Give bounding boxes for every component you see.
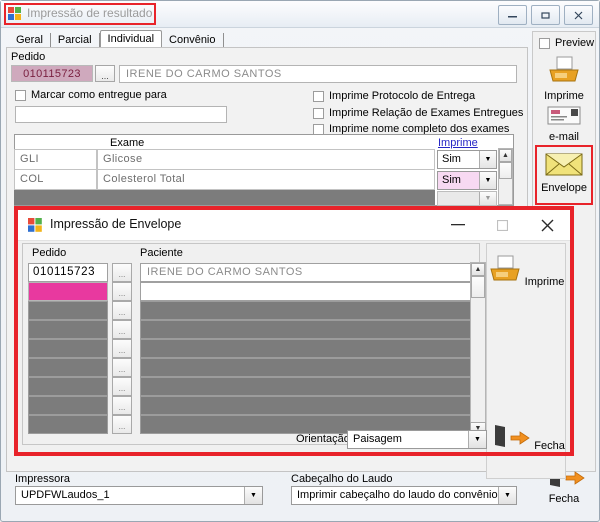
imprime-select-row1[interactable]: Sim ▼: [437, 171, 497, 190]
table-row-name: Glicose: [97, 149, 435, 170]
chevron-down-icon[interactable]: ▼: [479, 172, 496, 189]
tab-geral[interactable]: Geral: [9, 33, 51, 48]
checkbox-box-icon[interactable]: [313, 90, 324, 102]
impressora-value: UPDFWLaudos_1: [21, 489, 110, 501]
checkbox-label: Imprime Relação de Exames Entregues: [329, 107, 524, 119]
checkbox-label: Imprime Protocolo de Entrega: [329, 90, 476, 102]
email-icon: [546, 105, 582, 130]
table-row-code: GLI: [14, 149, 97, 170]
checkbox-marcar-entregue[interactable]: Marcar como entregue para: [15, 89, 167, 101]
main-tabs: Geral Parcial Individual Convênio: [9, 30, 224, 49]
close-button[interactable]: [564, 5, 593, 25]
entregue-para-input[interactable]: [15, 106, 227, 123]
cabecalho-select[interactable]: Imprimir cabeçalho do laudo do convênio …: [291, 486, 517, 505]
main-fecha-label: Fecha: [548, 493, 580, 505]
envelope-dialog-highlight-box: [14, 206, 574, 456]
imprime-select-row0[interactable]: Sim ▼: [437, 150, 497, 169]
checkbox-label: Marcar como entregue para: [31, 89, 167, 101]
main-window-controls: [498, 5, 593, 25]
tab-parcial[interactable]: Parcial: [51, 33, 100, 48]
checkbox-box-icon[interactable]: [313, 107, 324, 119]
screen: Impressão de resultado Geral Parcial Ind…: [0, 0, 600, 522]
cabecalho-label: Cabeçalho do Laudo: [291, 473, 393, 485]
exam-grid-header-exame: Exame: [110, 137, 145, 149]
email-label: e-mail: [549, 131, 579, 143]
email-button[interactable]: e-mail: [532, 105, 596, 143]
pedido-input[interactable]: 010115723: [11, 65, 93, 82]
cabecalho-value: Imprimir cabeçalho do laudo do convênio: [297, 489, 498, 501]
impressora-select[interactable]: UPDFWLaudos_1 ▼: [15, 486, 263, 505]
chevron-down-icon[interactable]: ▼: [498, 487, 516, 504]
title-highlight-box: [4, 3, 156, 25]
pedido-browse-button[interactable]: ...: [95, 65, 115, 82]
checkbox-imprime-relacao[interactable]: Imprime Relação de Exames Entregues: [313, 107, 523, 119]
imprime-label: Imprime: [544, 90, 584, 102]
table-row-name: Colesterol Total: [97, 169, 435, 190]
chevron-down-icon[interactable]: ▼: [244, 487, 262, 504]
checkbox-box-icon[interactable]: [313, 123, 324, 135]
imprime-value: Sim: [442, 174, 461, 186]
imprime-button[interactable]: Imprime: [532, 56, 596, 102]
printer-icon: [547, 56, 581, 89]
preview-label: Preview: [555, 37, 595, 49]
scrollbar-thumb[interactable]: [499, 162, 512, 179]
checkbox-preview[interactable]: Preview: [539, 37, 594, 49]
table-row-empty: [97, 190, 435, 205]
maximize-button[interactable]: [531, 5, 560, 25]
table-row-code: COL: [14, 169, 97, 190]
chevron-down-icon[interactable]: ▼: [479, 151, 496, 168]
checkbox-imprime-protocolo[interactable]: Imprime Protocolo de Entrega: [313, 90, 475, 102]
imprime-value: Sim: [442, 153, 461, 165]
table-row-empty: [14, 190, 97, 205]
exam-grid-scrollbar[interactable]: ▲: [498, 148, 513, 205]
exam-grid-header-imprime[interactable]: Imprime: [438, 137, 478, 149]
chevron-down-icon[interactable]: ▼: [479, 192, 496, 205]
minimize-button[interactable]: [498, 5, 527, 25]
pedido-label: Pedido: [11, 51, 46, 63]
patient-name-field: IRENE DO CARMO SANTOS: [119, 65, 517, 83]
impressora-label: Impressora: [15, 473, 71, 485]
checkbox-box-icon[interactable]: [15, 89, 26, 101]
imprime-select-row2[interactable]: ▼: [437, 191, 497, 206]
tab-convenio[interactable]: Convênio: [162, 33, 224, 48]
checkbox-box-icon[interactable]: [539, 37, 550, 49]
main-titlebar: Impressão de resultado: [1, 1, 599, 28]
envelope-highlight-box: [535, 145, 593, 205]
scroll-up-icon[interactable]: ▲: [499, 149, 512, 162]
